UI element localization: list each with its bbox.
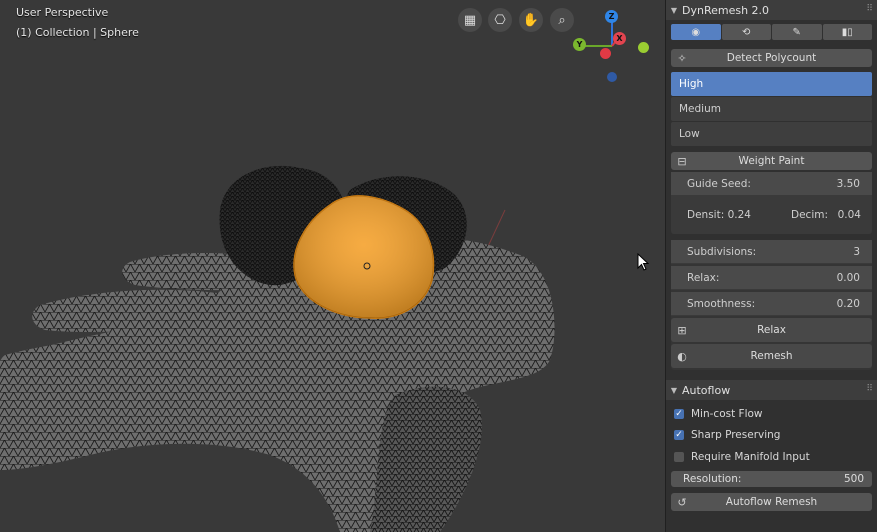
dynremesh-panel: ▼ DynRemesh 2.0 ⠿ ◉ ⟲ ✎ ▮▯ ✧ Detect Poly… — [665, 0, 877, 532]
collapse-triangle-icon[interactable]: ▼ — [666, 6, 682, 15]
weight-paint-icon: ⊟ — [677, 154, 687, 168]
guide-seed-value: 3.50 — [836, 177, 860, 190]
remesh-icon: ◐ — [677, 349, 687, 363]
polycount-list: High Medium Low — [671, 72, 872, 147]
decim-label: Decim: — [791, 209, 829, 221]
checkbox-checked-icon: ✓ — [674, 409, 684, 419]
autoflow-icon: ↺ — [677, 495, 687, 509]
autoflow-title: Autoflow — [682, 383, 731, 397]
split-icon: ▮▯ — [841, 26, 853, 38]
tab-brush[interactable]: ✎ — [772, 24, 822, 40]
dynremesh-header[interactable]: ▼ DynRemesh 2.0 ⠿ — [666, 0, 877, 20]
smoothness-label: Smoothness: — [687, 297, 756, 310]
min-cost-flow-checkbox[interactable]: ✓ Min-cost Flow — [674, 406, 763, 422]
subdivisions-field[interactable]: Subdivisions: 3 — [671, 240, 872, 264]
drag-grip-icon[interactable]: ⠿ — [866, 4, 873, 14]
detect-polycount-button[interactable]: ✧ Detect Polycount — [671, 49, 872, 67]
polycount-low[interactable]: Low — [671, 122, 872, 146]
guide-seed-label: Guide Seed: — [687, 177, 751, 190]
densit-value: 0.24 — [727, 209, 751, 221]
tab-refresh[interactable]: ⟲ — [721, 24, 771, 40]
remesh-button-label: Remesh — [750, 350, 793, 362]
viewport-title: User Perspective — [16, 6, 109, 19]
drag-grip-icon[interactable]: ⠿ — [866, 384, 873, 394]
detect-polycount-label: Detect Polycount — [726, 52, 817, 64]
polycount-medium[interactable]: Medium — [671, 97, 872, 121]
3d-viewport[interactable]: User Perspective (1) Collection | Sphere… — [0, 0, 665, 532]
tab-eye[interactable]: ◉ — [671, 24, 721, 40]
panel-title: DynRemesh 2.0 — [682, 3, 770, 17]
checkbox-unchecked-icon — [674, 452, 684, 462]
subdivisions-value: 3 — [853, 245, 860, 258]
y-axis-ball[interactable]: Y — [573, 38, 586, 51]
eye-icon: ◉ — [691, 26, 701, 38]
grid-icon: ⊞ — [677, 323, 687, 337]
densit-field[interactable]: Densit: 0.24 — [679, 200, 759, 230]
grid-view-icon[interactable]: ▦ — [458, 8, 482, 32]
checkbox-checked-icon: ✓ — [674, 430, 684, 440]
min-cost-flow-label: Min-cost Flow — [691, 408, 763, 420]
magic-wand-icon: ✧ — [677, 51, 687, 65]
mouse-cursor-icon — [637, 253, 649, 271]
mode-tabs: ◉ ⟲ ✎ ▮▯ — [671, 24, 872, 40]
neg-y-axis-ball[interactable] — [638, 42, 649, 53]
sharp-preserving-label: Sharp Preserving — [691, 429, 781, 441]
relax-field[interactable]: Relax: 0.00 — [671, 266, 872, 290]
neg-x-axis-ball[interactable] — [600, 48, 611, 59]
viewport-subtitle: (1) Collection | Sphere — [16, 26, 139, 39]
sharp-preserving-checkbox[interactable]: ✓ Sharp Preserving — [674, 427, 780, 443]
require-manifold-label: Require Manifold Input — [691, 451, 810, 463]
smoothness-field[interactable]: Smoothness: 0.20 — [671, 292, 872, 316]
tab-split[interactable]: ▮▯ — [822, 24, 872, 40]
autoflow-header[interactable]: ▼ Autoflow ⠿ — [666, 380, 877, 400]
relax-label: Relax: — [687, 271, 720, 284]
densit-label: Densit: — [687, 209, 725, 221]
polycount-high[interactable]: High — [671, 72, 872, 96]
z-axis-ball[interactable]: Z — [605, 10, 618, 23]
camera-icon[interactable]: ⎔ — [488, 8, 512, 32]
guide-settings-box: Guide Seed: 3.50 Densit: 0.24 Decim: 0.0… — [671, 172, 872, 234]
subdivisions-label: Subdivisions: — [687, 245, 757, 258]
relax-button-label: Relax — [757, 324, 786, 336]
autoflow-remesh-button[interactable]: ↺ Autoflow Remesh — [671, 493, 872, 511]
scene-mesh — [0, 165, 555, 532]
smoothness-value: 0.20 — [836, 297, 860, 310]
autoflow-remesh-label: Autoflow Remesh — [725, 496, 818, 508]
hand-pan-icon[interactable]: ✋ — [519, 8, 543, 32]
weight-paint-label: Weight Paint — [738, 155, 805, 167]
decim-field[interactable]: Decim: 0.04 — [783, 200, 869, 230]
resolution-label: Resolution: — [683, 473, 742, 485]
relax-button[interactable]: ⊞ Relax — [671, 318, 872, 342]
guide-seed-field[interactable]: Guide Seed: 3.50 — [671, 172, 872, 196]
resolution-field[interactable]: Resolution: 500 — [671, 471, 872, 487]
resolution-value: 500 — [843, 473, 864, 485]
refresh-icon: ⟲ — [742, 26, 751, 38]
collapse-triangle-icon[interactable]: ▼ — [666, 386, 682, 395]
brush-icon: ✎ — [792, 26, 801, 38]
remesh-button[interactable]: ◐ Remesh — [671, 344, 872, 368]
decim-value: 0.04 — [837, 209, 861, 221]
neg-z-axis-ball[interactable] — [607, 72, 617, 82]
require-manifold-checkbox[interactable]: Require Manifold Input — [674, 449, 810, 465]
relax-value: 0.00 — [836, 271, 860, 284]
x-axis-ball[interactable]: X — [613, 32, 626, 45]
weight-paint-button[interactable]: ⊟ Weight Paint — [671, 152, 872, 170]
